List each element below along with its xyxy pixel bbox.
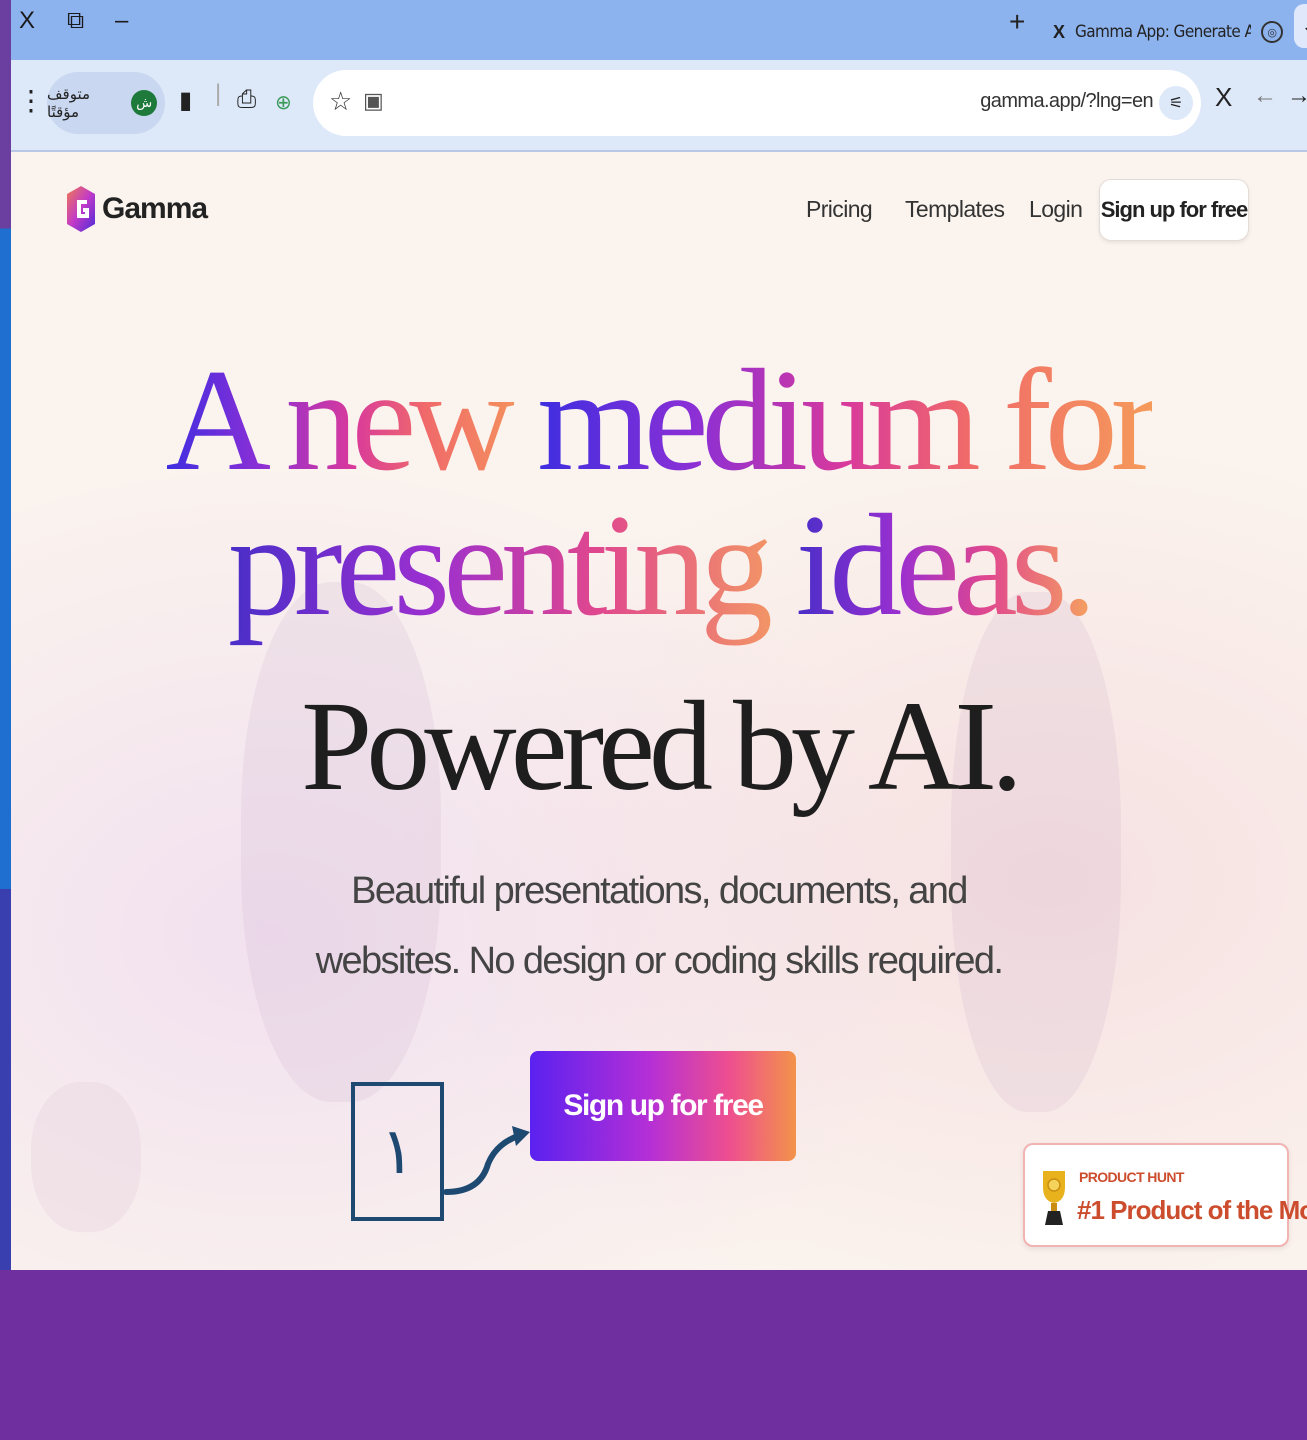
product-hunt-label: PRODUCT HUNT — [1079, 1169, 1184, 1185]
nav-pricing-link[interactable]: Pricing — [806, 196, 873, 223]
window-restore-icon[interactable]: ⧉ — [67, 6, 84, 36]
hero-headline-part: medium for — [537, 339, 1159, 501]
download-icon[interactable]: ⎙ — [237, 86, 256, 114]
gamma-logo[interactable]: Gamma — [66, 180, 208, 238]
hero-headline-part: ideas. — [795, 484, 1097, 646]
tab-title: Gamma App: Generate AI Prese — [1075, 22, 1252, 42]
gamma-logo-icon — [67, 186, 95, 232]
product-hunt-rank: #1 Product of the Month — [1077, 1195, 1307, 1225]
tab-close-icon[interactable]: X — [1053, 22, 1065, 43]
step-number-box: ١ — [351, 1082, 444, 1221]
back-arrow-icon[interactable]: ← — [1253, 82, 1277, 110]
desktop-edge — [0, 0, 11, 1270]
hero-headline-line1: A new medium for — [11, 347, 1307, 493]
trophy-icon — [1043, 1171, 1065, 1225]
profile-status: متوقف مؤقتًا — [47, 85, 91, 121]
nav-login-link[interactable]: Login — [1029, 196, 1083, 223]
toolbar-divider: | — [215, 80, 222, 107]
web-page: Gamma Pricing Templates Login Sign up fo… — [11, 152, 1307, 1270]
product-hunt-badge[interactable]: PRODUCT HUNT #1 Product of the Month — [1023, 1143, 1307, 1247]
window-minimize-icon[interactable]: – — [115, 6, 128, 36]
profile-avatar: ش — [131, 90, 157, 116]
background-illustration-left — [241, 582, 441, 1102]
window-close-icon[interactable]: X — [19, 6, 35, 36]
stop-icon[interactable]: X — [1215, 82, 1232, 113]
tab-search-button[interactable]: ⌄ — [1294, 4, 1307, 48]
hero-subtitle-line2: websites. No design or coding skills req… — [315, 940, 1004, 982]
background-illustration-right — [951, 592, 1121, 1112]
header-signup-button[interactable]: Sign up for free — [1099, 179, 1249, 241]
browser-tab-bar: X ⧉ – + X Gamma App: Generate AI Prese ◎… — [11, 0, 1307, 60]
address-bar[interactable]: ☆ ▣ gamma.app/?lng=en ⚟ — [313, 70, 1201, 136]
browser-tab[interactable]: X Gamma App: Generate AI Prese ◎ — [1043, 4, 1283, 60]
browser-menu-icon[interactable]: ⋮ — [17, 84, 45, 117]
annotation-arrow-icon — [443, 1126, 530, 1195]
hero-headline-part: A new — [165, 339, 538, 501]
translate-icon[interactable]: ▣ — [363, 88, 384, 114]
new-tab-button[interactable]: + — [1009, 6, 1025, 38]
sidebar-icon[interactable]: ▮ — [179, 86, 192, 115]
profile-button[interactable]: متوقف مؤقتًا ش — [47, 72, 165, 134]
hero-tagline: Powered by AI. — [301, 675, 1023, 817]
site-settings-icon[interactable]: ⚟ — [1159, 86, 1193, 120]
bookmark-star-icon[interactable]: ☆ — [329, 86, 352, 117]
hero-signup-button[interactable]: Sign up for free — [530, 1051, 796, 1161]
site-header: Gamma Pricing Templates Login Sign up fo… — [11, 152, 1307, 268]
hero-headline-part: presenting — [227, 484, 796, 646]
logo-text: Gamma — [102, 192, 208, 225]
nav-templates-link[interactable]: Templates — [905, 196, 1005, 223]
url-text[interactable]: gamma.app/?lng=en — [980, 90, 1153, 113]
forward-arrow-icon[interactable]: → — [1287, 82, 1307, 110]
extension-icon[interactable]: ⊕ — [275, 90, 292, 115]
astronaut-illustration — [31, 1082, 141, 1232]
browser-toolbar: ⋮ متوقف مؤقتًا ش ▮ | ⎙ ⊕ ☆ ▣ gamma.app/?… — [11, 60, 1307, 152]
hero-subtitle-line1: Beautiful presentations, documents, and — [351, 870, 968, 912]
tab-favicon-icon: ◎ — [1261, 21, 1283, 43]
hero-headline-line2: presenting ideas. — [11, 492, 1307, 638]
